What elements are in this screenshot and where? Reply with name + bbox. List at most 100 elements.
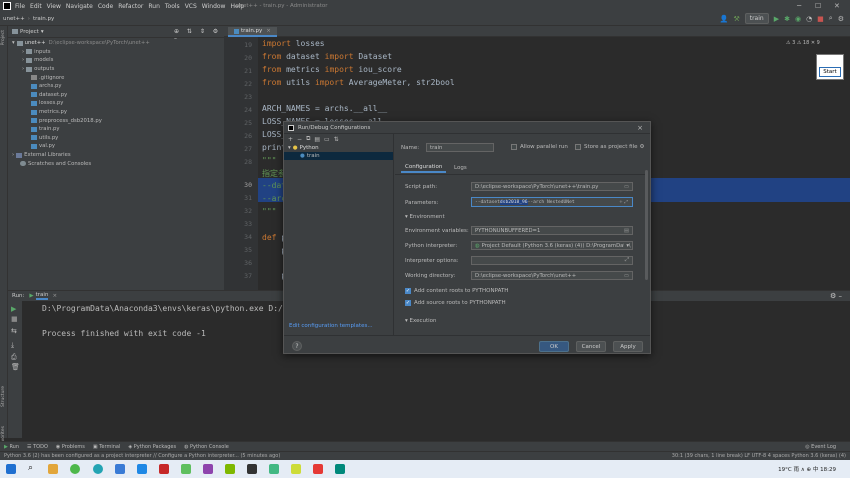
- menu-tools[interactable]: Tools: [165, 3, 180, 10]
- add-icon[interactable]: +: [288, 136, 293, 143]
- add-source-roots-checkbox[interactable]: ✓ Add source roots to PYTHONPATH: [405, 300, 506, 306]
- chevron-down-icon[interactable]: ▾: [41, 29, 44, 35]
- breadcrumb-file[interactable]: train.py: [33, 16, 54, 22]
- tool-tab-python-packages[interactable]: ◈ Python Packages: [128, 444, 176, 450]
- search-everywhere-icon[interactable]: ⌕: [829, 14, 833, 23]
- run-tab-train[interactable]: train: [35, 292, 49, 300]
- coverage-icon[interactable]: ◉: [795, 15, 801, 23]
- environment-section[interactable]: ▾ Environment: [405, 214, 445, 220]
- app-icon[interactable]: [137, 464, 147, 474]
- working-directory-field[interactable]: D:\eclipse-workspace\PyTorch\unet++ ▭: [471, 271, 633, 280]
- tree-item-inputs[interactable]: › inputs: [12, 48, 224, 57]
- menu-run[interactable]: Run: [148, 3, 160, 10]
- execution-section[interactable]: ▾ Execution: [405, 318, 437, 324]
- menu-vcs[interactable]: VCS: [185, 3, 197, 10]
- env-vars-field[interactable]: PYTHONUNBUFFERED=1 ▤: [471, 226, 633, 235]
- stop-icon[interactable]: ■: [817, 15, 824, 23]
- tab-logs[interactable]: Logs: [451, 163, 470, 173]
- help-button[interactable]: ?: [292, 341, 302, 351]
- profile-icon[interactable]: ◔: [806, 15, 812, 23]
- tool-tab-todo[interactable]: ☰ TODO: [27, 444, 48, 450]
- apply-button[interactable]: Apply: [613, 341, 643, 352]
- app-icon[interactable]: [247, 464, 257, 474]
- ok-button[interactable]: OK: [539, 341, 569, 352]
- code-line-32[interactable]: """: [262, 207, 276, 216]
- code-line-20[interactable]: from dataset import Dataset: [262, 52, 392, 61]
- wechat-icon[interactable]: [181, 464, 191, 474]
- interpreter-select[interactable]: ◍ Project Default (Python 3.6 (keras) (4)…: [471, 241, 633, 250]
- sort-icon[interactable]: ⇅: [334, 136, 339, 143]
- interpreter-options-field[interactable]: ⤢: [471, 256, 633, 265]
- app-icon[interactable]: [335, 464, 345, 474]
- code-line-28[interactable]: """: [262, 156, 276, 165]
- system-tray[interactable]: 19°C 雨 ∧ ⊕ 中 18:29: [778, 465, 836, 473]
- windows-start-icon[interactable]: [6, 464, 16, 474]
- file-explorer-icon[interactable]: [48, 464, 58, 474]
- code-line-21[interactable]: from metrics import iou_score: [262, 65, 402, 74]
- maximize-icon[interactable]: ☐: [815, 2, 821, 10]
- edit-templates-link[interactable]: Edit configuration templates...: [289, 323, 373, 329]
- panel-actions-icons[interactable]: ⊕ ⇅ ⇕ ⚙ –: [174, 28, 224, 42]
- pycharm-taskbar-icon[interactable]: [269, 464, 279, 474]
- edit-list-icon[interactable]: ▤: [624, 228, 629, 234]
- settings-icon[interactable]: ⚙ –: [830, 292, 842, 300]
- tool-tab-problems[interactable]: ◉ Problems: [56, 444, 85, 450]
- user-icon[interactable]: 👤: [720, 15, 729, 23]
- tree-item-gitignore[interactable]: .gitignore: [12, 73, 224, 82]
- structure-tool-tab[interactable]: Structure: [1, 386, 6, 407]
- code-line-22[interactable]: from utils import AverageMeter, str2bool: [262, 78, 455, 87]
- close-tab-icon[interactable]: ×: [266, 28, 271, 34]
- gear-icon[interactable]: ⚙: [639, 144, 644, 150]
- tree-item-losses[interactable]: losses.py: [12, 99, 224, 108]
- menu-edit[interactable]: Edit: [30, 3, 42, 10]
- settings-icon[interactable]: ⚙: [838, 15, 844, 23]
- menu-code[interactable]: Code: [98, 3, 113, 10]
- menu-refactor[interactable]: Refactor: [118, 3, 143, 10]
- run-configuration-select[interactable]: train: [744, 13, 769, 24]
- tree-item-scratches[interactable]: Scratches and Consoles: [12, 159, 224, 168]
- tree-item-train[interactable]: train.py: [12, 125, 224, 134]
- clear-icon[interactable]: 🗑: [11, 363, 20, 371]
- app-icon[interactable]: [225, 464, 235, 474]
- menu-file[interactable]: File: [15, 3, 25, 10]
- tab-configuration[interactable]: Configuration: [401, 163, 447, 173]
- store-project-checkbox[interactable]: Store as project file ⚙: [575, 144, 644, 150]
- project-tool-tab[interactable]: Project: [1, 30, 6, 45]
- tree-item-outputs[interactable]: › outputs: [12, 65, 224, 74]
- app-icon[interactable]: [203, 464, 213, 474]
- name-field[interactable]: train: [426, 143, 494, 152]
- rerun-icon[interactable]: ▶: [11, 305, 16, 313]
- tree-item-models[interactable]: › models: [12, 56, 224, 65]
- start-button[interactable]: Start: [819, 67, 841, 77]
- tree-item-utils[interactable]: utils.py: [12, 134, 224, 143]
- folder-icon[interactable]: ▭: [324, 136, 330, 143]
- code-line-19[interactable]: import losses: [262, 39, 325, 48]
- close-tab-icon[interactable]: ×: [52, 293, 57, 299]
- expand-icon[interactable]: ⤢: [625, 257, 629, 264]
- tool-tab-event-log[interactable]: ◎ Event Log: [805, 444, 836, 450]
- folder-browse-icon[interactable]: ▭: [624, 184, 629, 190]
- close-icon[interactable]: ×: [637, 124, 643, 132]
- copy-icon[interactable]: ⧉: [306, 135, 310, 143]
- menu-navigate[interactable]: Navigate: [66, 3, 93, 10]
- wrap-icon[interactable]: ⇆: [11, 327, 17, 335]
- add-content-roots-checkbox[interactable]: ✓ Add content roots to PYTHONPATH: [405, 288, 508, 294]
- edge-browser-icon[interactable]: [93, 464, 103, 474]
- inspection-widget[interactable]: ⚠ 3 ⚠ 18 ✕ 9: [786, 40, 820, 46]
- folder-browse-icon[interactable]: ▭: [624, 273, 629, 279]
- tree-item-metrics[interactable]: metrics.py: [12, 108, 224, 117]
- editor-tab-train[interactable]: train.py ×: [228, 27, 277, 37]
- app-icon[interactable]: [291, 464, 301, 474]
- chevron-down-icon[interactable]: ▾: [624, 242, 629, 249]
- run-icon[interactable]: ▶: [774, 15, 779, 23]
- app-icon[interactable]: [313, 464, 323, 474]
- status-info[interactable]: 30:1 (39 chars, 1 line break) LF UTF-8 4…: [672, 453, 846, 459]
- tool-tab-run[interactable]: ▶ Run: [4, 444, 19, 450]
- close-window-icon[interactable]: ✕: [834, 2, 840, 10]
- save-icon[interactable]: ▤: [314, 136, 320, 143]
- stop-icon[interactable]: ■: [11, 315, 18, 323]
- tree-item-external-libraries[interactable]: › External Libraries: [12, 151, 224, 160]
- parameters-field[interactable]: --dataset dsb2018_96 --arch NestedUNet +…: [471, 197, 633, 207]
- expand-icon[interactable]: + ⤢: [619, 199, 628, 205]
- minimize-icon[interactable]: ─: [797, 2, 801, 10]
